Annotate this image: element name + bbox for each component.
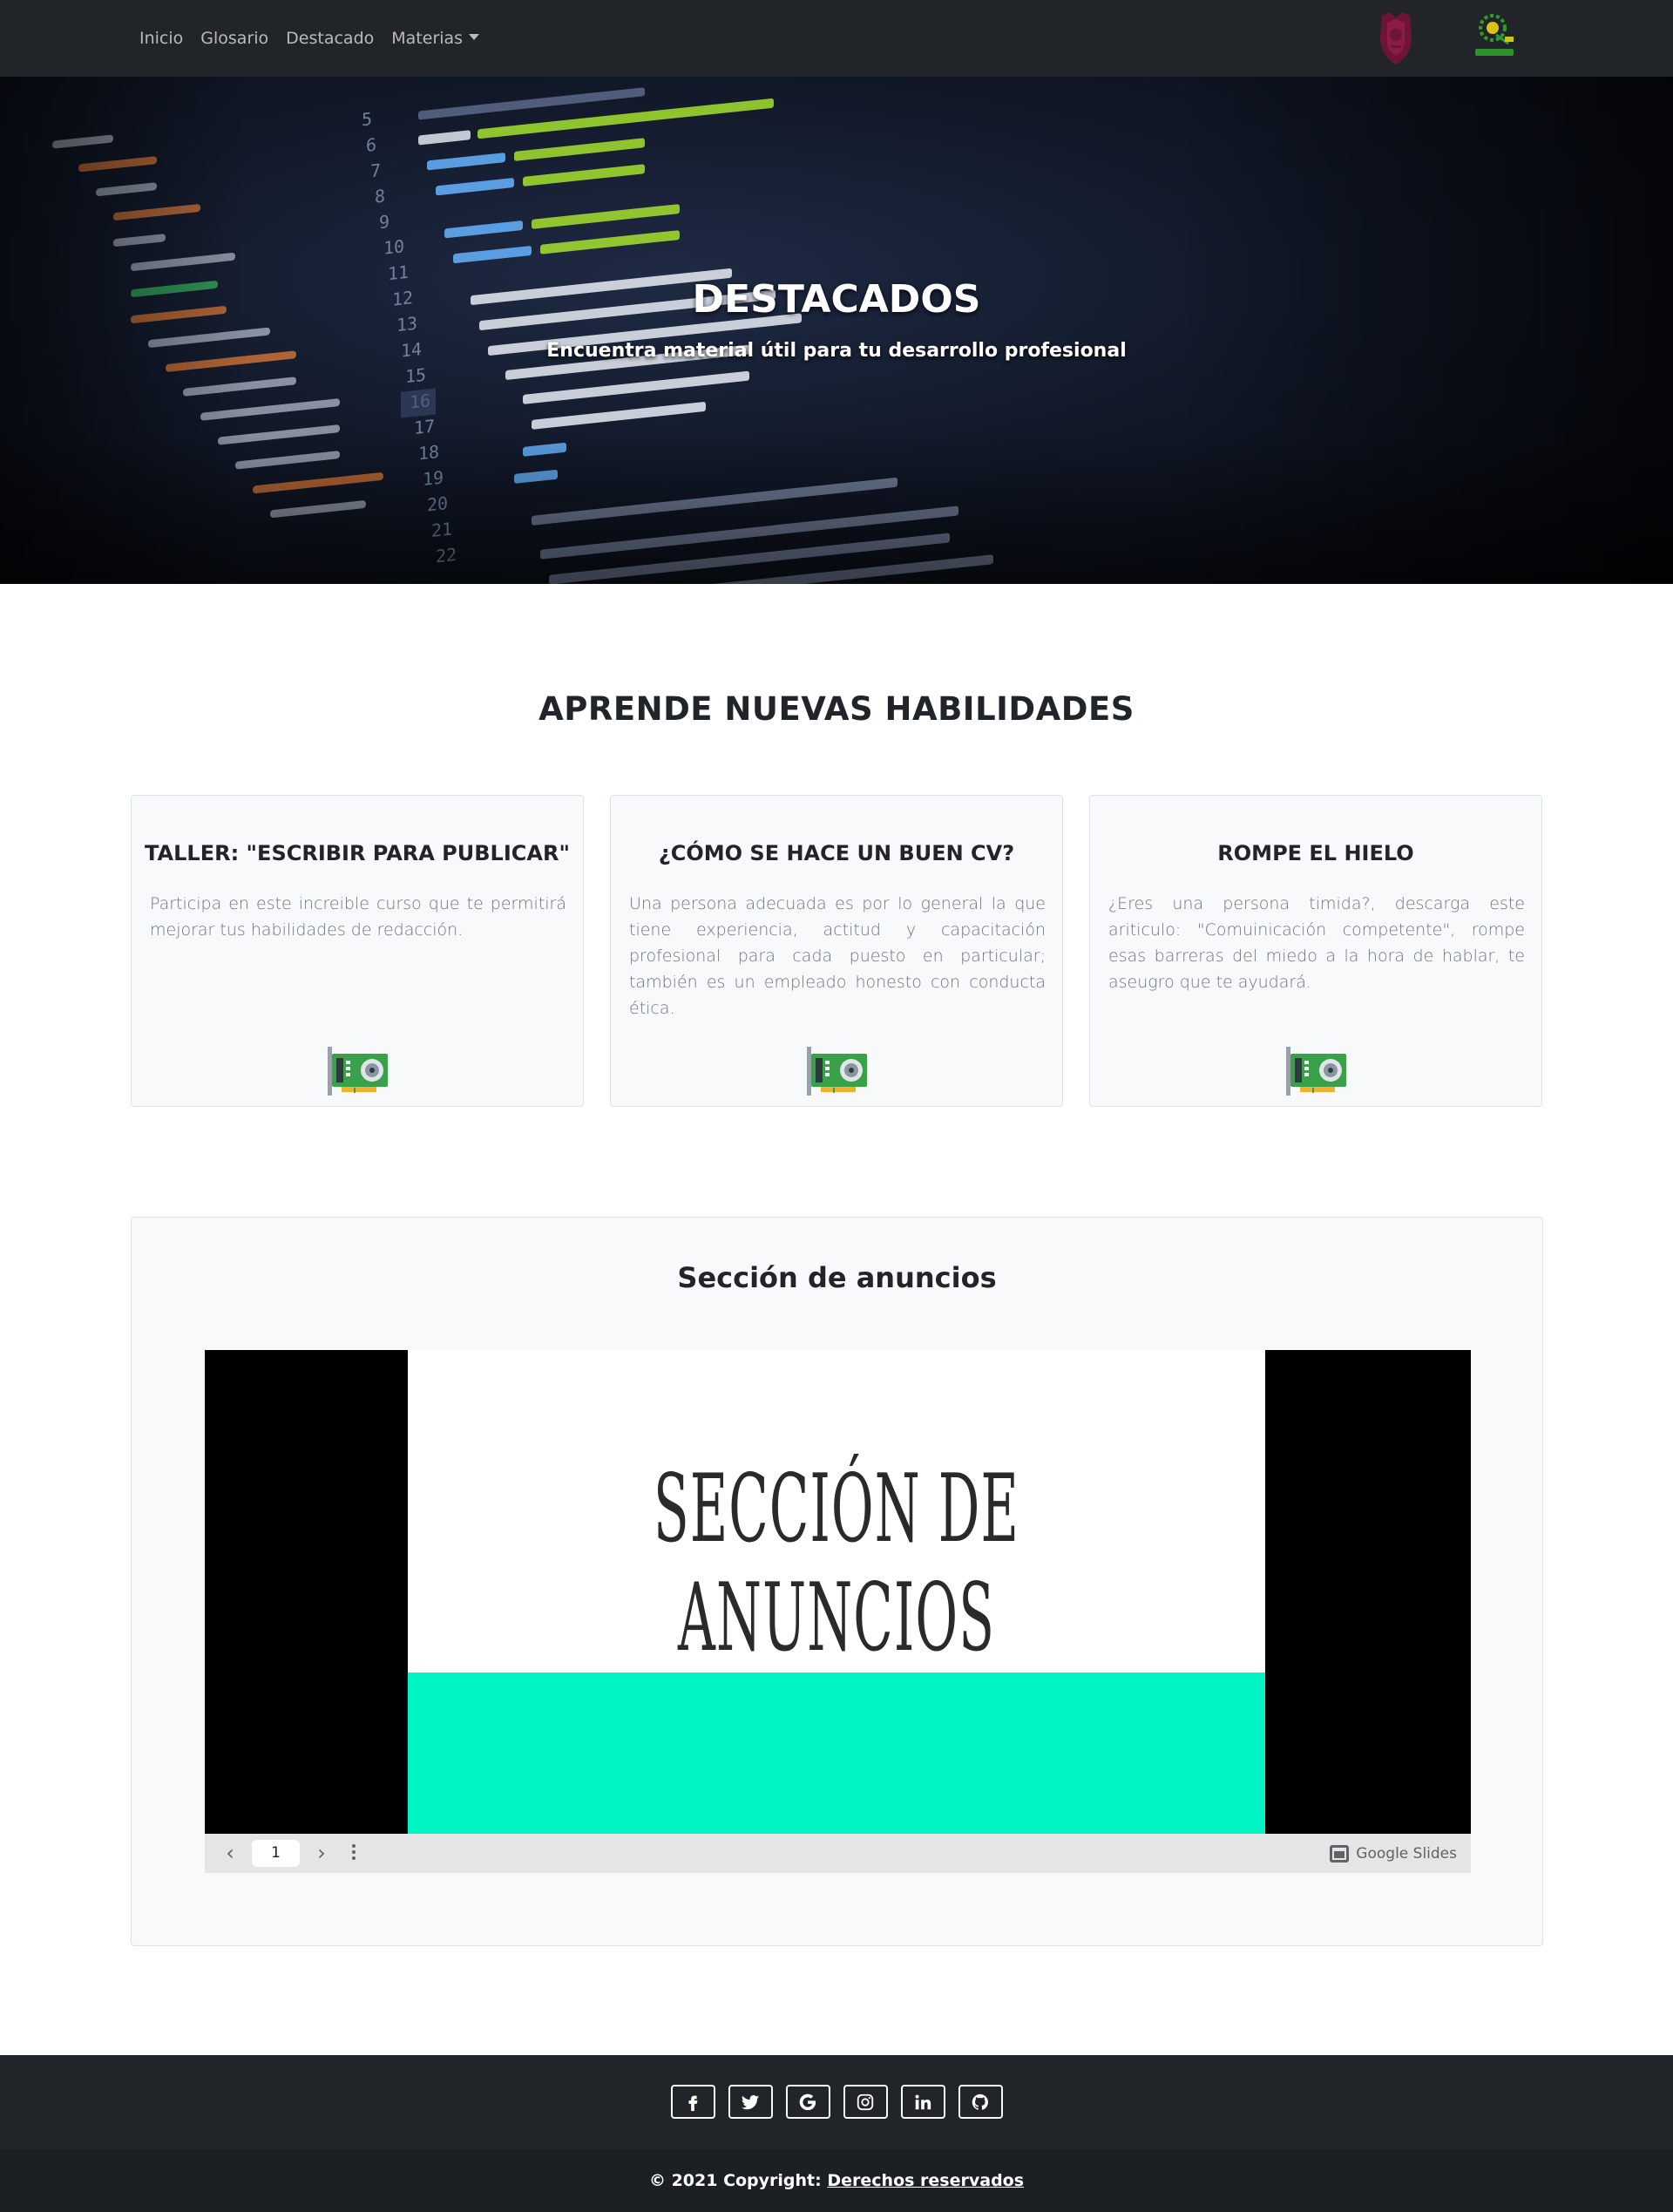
google-slides-label: Google Slides	[1356, 1845, 1457, 1863]
footer: © 2021 Copyright: Derechos reservados	[0, 2055, 1673, 2212]
copyright-link[interactable]: Derechos reservados	[827, 2171, 1024, 2190]
chevron-left-icon[interactable]: ‹	[220, 1842, 240, 1863]
nav-link-glosario[interactable]: Glosario	[200, 25, 268, 51]
twitter-icon	[741, 2094, 760, 2109]
card-title: TALLER: "ESCRIBIR PARA PUBLICAR"	[145, 841, 570, 865]
slides-toolbar: ‹ 1 › Google Slides	[205, 1834, 1471, 1873]
hero-banner: 567 8910 111213 141516 171819 202122	[0, 77, 1673, 584]
social-links	[0, 2085, 1673, 2119]
instagram-icon	[857, 2093, 874, 2110]
copyright-bar: © 2021 Copyright: Derechos reservados	[0, 2149, 1673, 2212]
graphics-card-icon[interactable]	[326, 1045, 390, 1097]
more-options-icon[interactable]	[348, 1842, 360, 1864]
hero-title: DESTACADOS	[692, 277, 981, 322]
github-icon	[972, 2093, 988, 2110]
card-text: Una persona adecuada es por lo general l…	[629, 894, 1046, 1018]
slide-accent-band	[408, 1673, 1265, 1834]
upiicsa-logo-icon[interactable]	[1470, 9, 1519, 63]
twitter-button[interactable]	[728, 2085, 773, 2119]
card-title: ROMPE EL HIELO	[1217, 841, 1414, 865]
skills-section-title: APRENDE NUEVAS HABILIDADES	[538, 690, 1135, 728]
linkedin-button[interactable]	[900, 2085, 945, 2119]
google-button[interactable]	[785, 2085, 830, 2119]
nav-links: Inicio Glosario Destacado Materias	[139, 0, 480, 77]
slide-page-number[interactable]: 1	[252, 1840, 300, 1867]
announcements-title: Sección de anuncios	[677, 1261, 997, 1294]
google-icon	[799, 2093, 816, 2110]
nav-link-destacado[interactable]: Destacado	[286, 25, 374, 51]
slide-heading: SECCIÓN DE ANUNCIOS	[654, 1455, 1019, 1673]
caret-down-icon	[469, 34, 480, 40]
nav-dropdown-label: Materias	[391, 29, 464, 48]
skill-card[interactable]: ¿CÓMO SE HACE UN BUEN CV? Una persona ad…	[610, 795, 1063, 1107]
skill-card[interactable]: ROMPE EL HIELO ¿Eres una persona timida?…	[1089, 795, 1542, 1107]
google-slides-icon	[1330, 1845, 1350, 1863]
announcements-panel: Sección de anuncios SECCIÓN DE ANUNCIOS …	[131, 1217, 1543, 1946]
card-text: ¿Eres una persona timida?, descarga este…	[1108, 894, 1525, 992]
card-text: Participa en este increible curso que te…	[150, 894, 566, 940]
facebook-icon	[688, 2095, 698, 2111]
nav-dropdown-materias[interactable]: Materias	[391, 25, 480, 51]
navbar: Inicio Glosario Destacado Materias	[0, 0, 1673, 77]
copyright-text: © 2021 Copyright:	[648, 2171, 828, 2190]
slide-page[interactable]: SECCIÓN DE ANUNCIOS	[408, 1350, 1265, 1834]
chevron-right-icon[interactable]: ›	[312, 1842, 331, 1863]
card-title: ¿CÓMO SE HACE UN BUEN CV?	[658, 841, 1015, 865]
google-slides-embed[interactable]: SECCIÓN DE ANUNCIOS ‹ 1 › Google Slides	[205, 1350, 1471, 1873]
nav-link-inicio[interactable]: Inicio	[139, 25, 183, 51]
skill-card[interactable]: TALLER: "ESCRIBIR PARA PUBLICAR" Partici…	[131, 795, 584, 1107]
university-crest-icon[interactable]	[1377, 10, 1415, 66]
hero-subtitle: Encuentra material útil para tu desarrol…	[546, 340, 1127, 362]
graphics-card-icon[interactable]	[805, 1045, 870, 1097]
linkedin-icon	[915, 2094, 931, 2109]
code-editor-photo: 567 8910 111213 141516 171819 202122	[0, 77, 1673, 584]
graphics-card-icon[interactable]	[1284, 1045, 1349, 1097]
google-slides-link[interactable]: Google Slides	[1330, 1843, 1457, 1864]
facebook-button[interactable]	[670, 2085, 715, 2119]
github-button[interactable]	[958, 2085, 1003, 2119]
instagram-button[interactable]	[843, 2085, 888, 2119]
